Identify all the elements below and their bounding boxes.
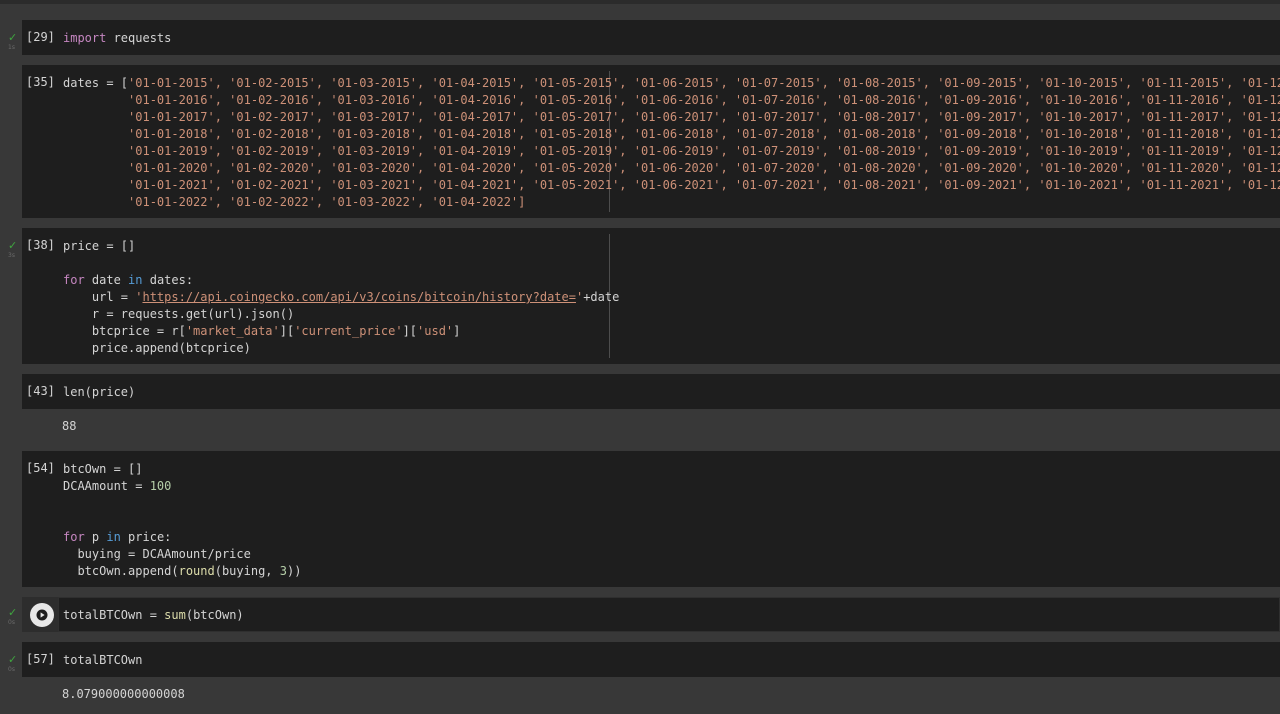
cell-prompt: [54] bbox=[26, 461, 55, 475]
code-cell-38[interactable]: [38] price = [] for date in dates: url =… bbox=[22, 228, 1280, 364]
function: round bbox=[178, 564, 215, 578]
dates-line-6: '01-01-2020', '01-02-2020', '01-03-2020'… bbox=[128, 161, 1280, 175]
code-cell-active[interactable]: totalBTCOwn = sum(btcOwn) bbox=[22, 597, 1280, 632]
code-text: ] bbox=[453, 324, 461, 338]
cell-code[interactable]: len(price) bbox=[63, 384, 135, 401]
code-text: ][ bbox=[402, 324, 418, 338]
function: sum bbox=[164, 608, 186, 622]
code-text: DCAAmount = bbox=[63, 479, 150, 493]
cell-57-output: 8.079000000000008 bbox=[22, 677, 1280, 714]
cell-prompt: [29] bbox=[26, 30, 55, 44]
number: 100 bbox=[149, 479, 172, 493]
cell-code[interactable]: totalBTCOwn = sum(btcOwn) bbox=[63, 607, 244, 624]
code-text: (buying, bbox=[214, 564, 280, 578]
string: 'usd' bbox=[417, 324, 454, 338]
cell-code[interactable]: import requests bbox=[63, 30, 171, 47]
code-text: )) bbox=[286, 564, 302, 578]
cell-code[interactable]: totalBTCOwn bbox=[63, 652, 142, 669]
code-text: price: bbox=[120, 530, 172, 544]
dates-line-2: '01-01-2016', '01-02-2016', '01-03-2016'… bbox=[128, 93, 1280, 107]
cell-code[interactable]: price = [] for date in dates: url = 'htt… bbox=[63, 238, 619, 357]
code-cell-54[interactable]: [54] btcOwn = [] DCAAmount = 100 for p i… bbox=[22, 451, 1280, 587]
cell-43-output: 88 bbox=[22, 409, 1280, 449]
cell-code[interactable]: dates = ['01-01-2015', '01-02-2015', '01… bbox=[63, 75, 1280, 211]
code-text: p bbox=[84, 530, 107, 544]
check-icon: ✓ bbox=[8, 606, 18, 619]
dates-line-4: '01-01-2018', '01-02-2018', '01-03-2018'… bbox=[128, 127, 1280, 141]
exec-time: 1s bbox=[8, 44, 15, 51]
output-text: 8.079000000000008 bbox=[62, 687, 185, 701]
cell-prompt: [43] bbox=[26, 384, 55, 398]
cell-prompt: [57] bbox=[26, 652, 55, 666]
code-text: btcOwn.append( bbox=[63, 564, 179, 578]
keyword: import bbox=[63, 31, 107, 45]
top-bar bbox=[0, 0, 1280, 4]
check-icon: ✓ bbox=[8, 239, 18, 252]
play-icon bbox=[36, 609, 48, 621]
check-icon: ✓ bbox=[8, 31, 18, 44]
cell-prompt: [38] bbox=[26, 238, 55, 252]
code-text: totalBTCOwn bbox=[63, 653, 143, 667]
code-text: date bbox=[84, 273, 129, 287]
code-text: price.append(btcprice) bbox=[63, 341, 251, 355]
cell-57-status: ✓ 0s bbox=[8, 654, 20, 674]
number: 3 bbox=[279, 564, 287, 578]
keyword: for bbox=[63, 273, 85, 287]
api-url-link[interactable]: https://api.coingecko.com/api/v3/coins/b… bbox=[142, 290, 575, 304]
keyword: in bbox=[128, 273, 143, 287]
code-cell-57[interactable]: [57] totalBTCOwn bbox=[22, 642, 1280, 677]
keyword: for bbox=[63, 530, 85, 544]
code-text: totalBTCOwn = bbox=[63, 608, 165, 622]
string: 'market_data' bbox=[185, 324, 280, 338]
code-cell-43[interactable]: [43] len(price) bbox=[22, 374, 1280, 409]
string: 'current_price' bbox=[294, 324, 403, 338]
run-cell-button[interactable] bbox=[30, 603, 54, 627]
dates-line-7: '01-01-2021', '01-02-2021', '01-03-2021'… bbox=[128, 178, 1280, 192]
dates-line-8: '01-01-2022', '01-02-2022', '01-03-2022'… bbox=[128, 195, 526, 209]
code-cell-29[interactable]: [29] import requests bbox=[22, 20, 1280, 55]
code-text: ][ bbox=[279, 324, 295, 338]
exec-time: 0s bbox=[8, 619, 15, 626]
notebook: ✓ 1s [29] import requests [35] dates = [… bbox=[0, 0, 1280, 714]
output-text: 88 bbox=[62, 419, 77, 433]
code-text: btcprice = r[ bbox=[63, 324, 186, 338]
exec-time: 3s bbox=[8, 252, 15, 259]
code-text: +date bbox=[583, 290, 620, 304]
code-text: buying = DCAAmount/price bbox=[63, 547, 251, 561]
exec-time: 0s bbox=[8, 666, 15, 673]
cell-prompt: [35] bbox=[26, 75, 55, 89]
code-text: (btcOwn) bbox=[185, 608, 244, 622]
code-text: dates = [ bbox=[63, 76, 129, 90]
code-cell-35[interactable]: [35] dates = ['01-01-2015', '01-02-2015'… bbox=[22, 65, 1280, 218]
code-text: len(price) bbox=[63, 385, 136, 399]
dates-line-5: '01-01-2019', '01-02-2019', '01-03-2019'… bbox=[128, 144, 1280, 158]
cell-code[interactable]: btcOwn = [] DCAAmount = 100 for p in pri… bbox=[63, 461, 301, 580]
cell-run-status: ✓ 0s bbox=[8, 607, 20, 627]
code-text: dates: bbox=[142, 273, 194, 287]
code-text: btcOwn = [] bbox=[63, 462, 143, 476]
dates-line-1: '01-01-2015', '01-02-2015', '01-03-2015'… bbox=[128, 76, 1280, 90]
code-text: url = bbox=[63, 290, 136, 304]
check-icon: ✓ bbox=[8, 653, 18, 666]
dates-line-3: '01-01-2017', '01-02-2017', '01-03-2017'… bbox=[128, 110, 1280, 124]
code-text: r = requests.get(url).json() bbox=[63, 307, 295, 321]
cell-38-status: ✓ 3s bbox=[8, 240, 20, 260]
code-text: requests bbox=[106, 31, 172, 45]
cell-29-status: ✓ 1s bbox=[8, 32, 20, 52]
keyword: in bbox=[106, 530, 121, 544]
code-text: price = [] bbox=[63, 239, 136, 253]
